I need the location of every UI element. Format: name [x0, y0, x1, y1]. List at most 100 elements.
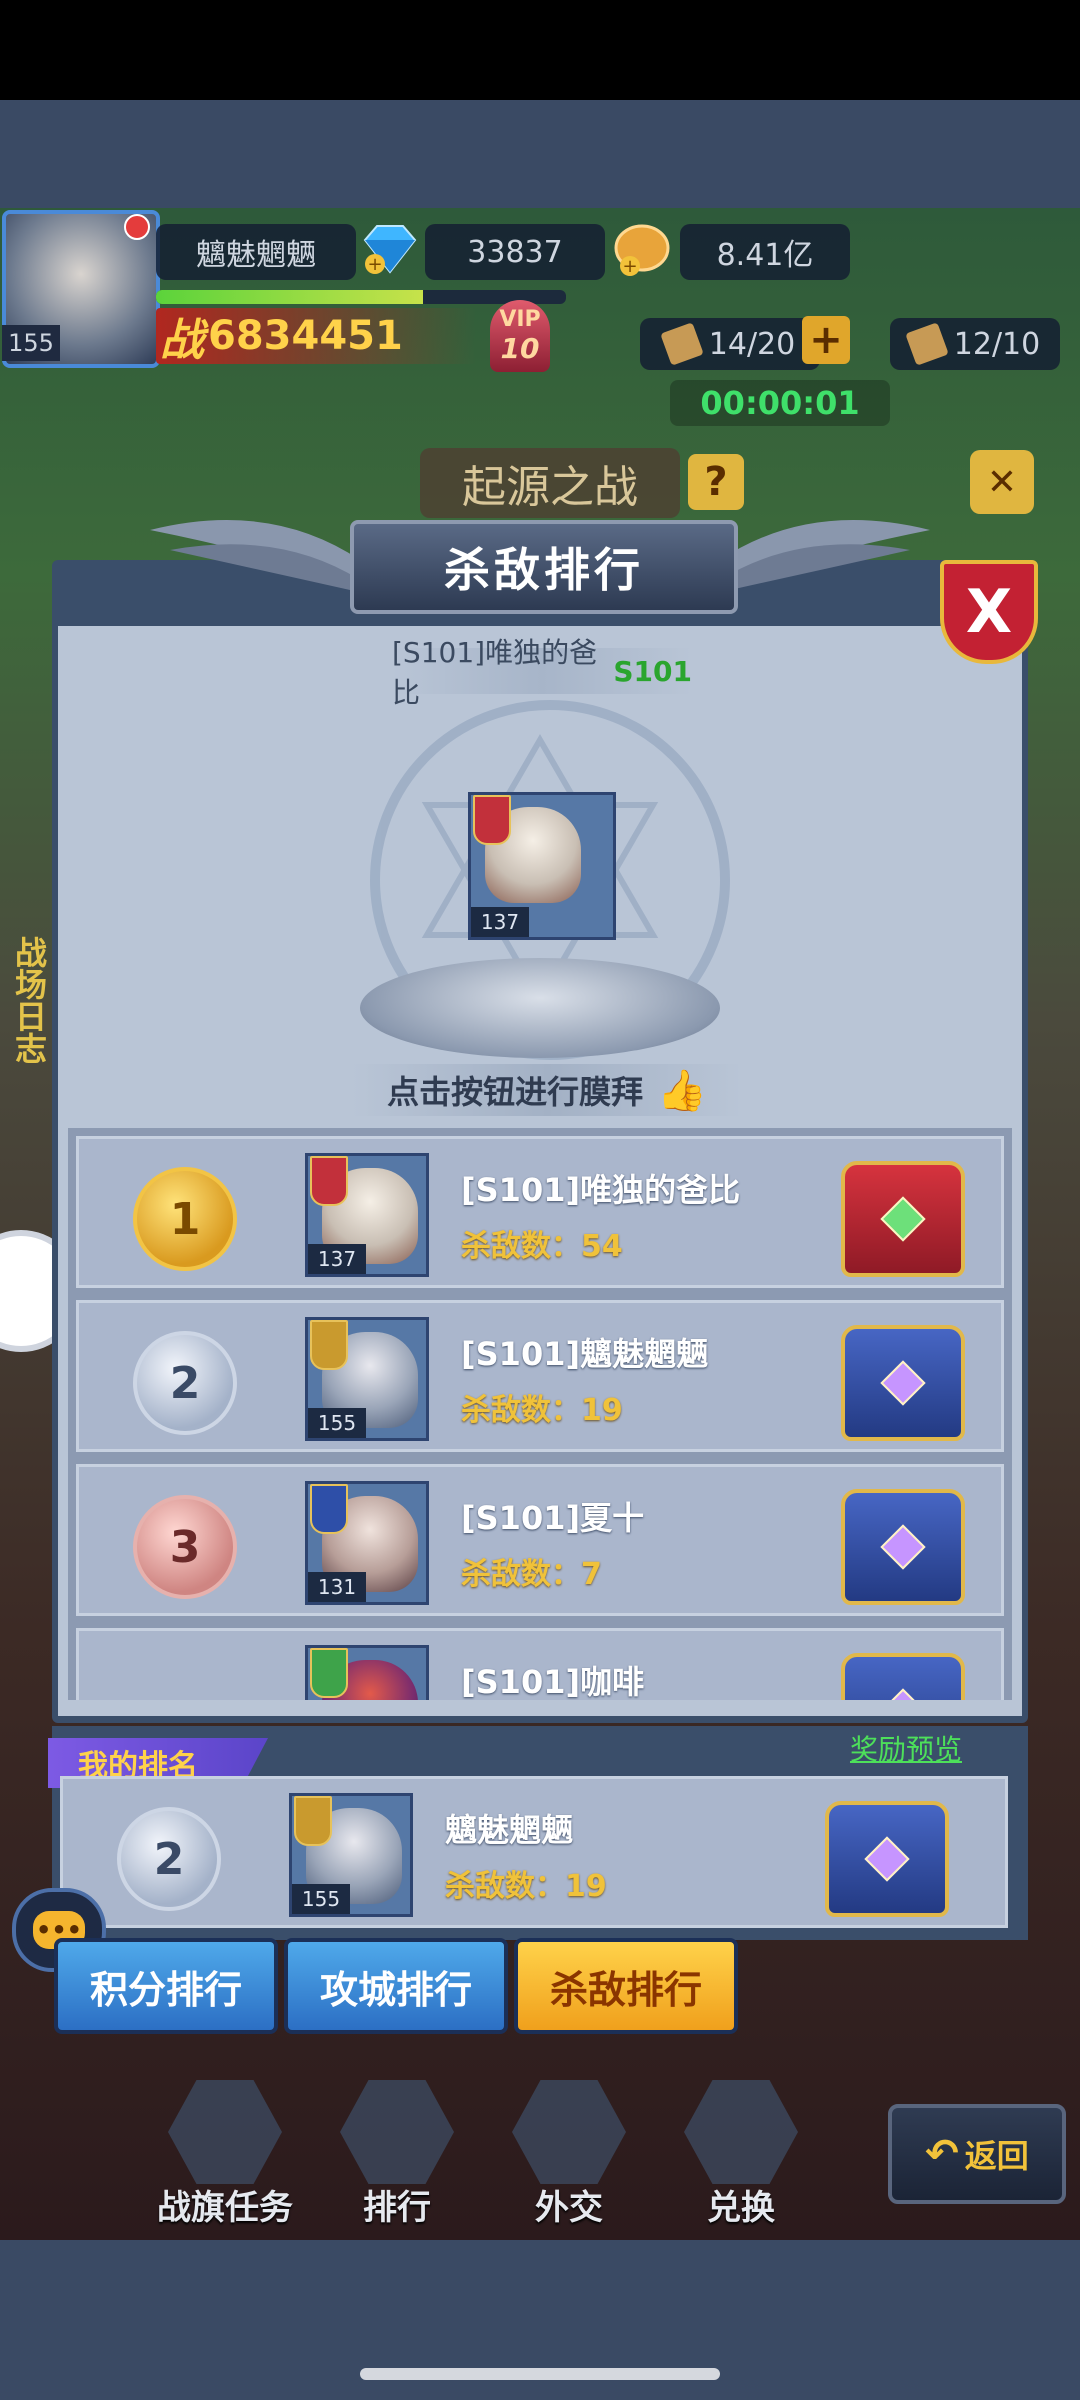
tab-points-ranking[interactable]: 积分排行	[54, 1938, 278, 2034]
gold-count: 8.41亿	[680, 224, 850, 280]
vip-badge[interactable]: VIP 10	[490, 300, 550, 372]
player-portrait[interactable]: 155	[305, 1317, 429, 1441]
blue-treasure-chest-icon[interactable]	[841, 1653, 965, 1700]
gold-coin-icon[interactable]: +	[608, 218, 678, 282]
red-treasure-chest-icon[interactable]	[841, 1161, 965, 1277]
dollar-icon	[684, 2080, 798, 2184]
my-name: 魑魅魍魉	[445, 1811, 574, 1849]
my-portrait[interactable]: 155	[289, 1793, 413, 1917]
bronze-medal-icon: 3	[133, 1495, 237, 1599]
player-portrait[interactable]: 131	[305, 1481, 429, 1605]
gold-medal-icon: 1	[133, 1167, 237, 1271]
my-level: 155	[292, 1884, 350, 1914]
handshake-icon	[512, 2080, 626, 2184]
diamond-count: 33837	[425, 224, 605, 280]
champion-level: 137	[471, 907, 529, 937]
svg-text:+: +	[367, 254, 382, 275]
add-stamina-button[interactable]: +	[802, 316, 850, 364]
military-order-value: 14/20	[708, 326, 796, 362]
experience-bar	[156, 290, 566, 304]
player-portrait[interactable]: 137	[305, 1153, 429, 1277]
notification-dot	[124, 214, 150, 240]
kill-count: 杀敌数：54	[461, 1229, 623, 1264]
ranking-row[interactable]: 1 137 [S101]唯独的爸比 杀敌数：54	[76, 1136, 1004, 1288]
champion-name-text: [S101]唯独的爸比	[392, 636, 598, 709]
nav-ranking-label: 排行	[363, 2188, 431, 2228]
vip-label: VIP	[499, 307, 541, 332]
chest-gem	[864, 1836, 910, 1882]
nav-flag-tasks[interactable]: 战旗任务	[150, 2080, 300, 2228]
nav-ranking[interactable]: 排行	[322, 2080, 472, 2228]
diamond-icon[interactable]: +	[355, 220, 425, 280]
attack-order-counter: 12/10	[890, 318, 1060, 370]
combat-power-label: 战	[160, 315, 204, 366]
close-button[interactable]: X	[940, 560, 1038, 664]
tab-kill-ranking[interactable]: 杀敌排行	[514, 1938, 738, 2034]
flag-tasks-icon	[168, 2080, 282, 2184]
tab-siege-ranking[interactable]: 攻城排行	[284, 1938, 508, 2034]
combat-power-value: 6834451	[208, 313, 403, 359]
fire-faction-flag-icon	[473, 795, 511, 845]
letterbox-bottom	[0, 2240, 1080, 2350]
player-level: 137	[308, 1244, 366, 1274]
nav-diplomacy-label: 外交	[535, 2188, 603, 2228]
home-indicator[interactable]	[360, 2368, 720, 2380]
champion-name: [S101]唯独的爸比 S101	[392, 636, 692, 709]
ice-faction-flag-icon	[310, 1484, 348, 1534]
champion-portrait[interactable]: 137	[468, 792, 616, 940]
my-ranking-row: 2 155 魑魅魍魉 杀敌数：19	[60, 1776, 1008, 1928]
crossed-swords-icon[interactable]: ✕	[970, 450, 1034, 514]
reward-preview-link[interactable]: 奖励预览	[826, 1726, 986, 1770]
earth-faction-flag-icon	[310, 1320, 348, 1370]
chest-gem	[880, 1196, 926, 1242]
player-name: [S101]唯独的爸比	[461, 1171, 741, 1209]
fire-faction-flag-icon	[310, 1156, 348, 1206]
letterbox-top	[0, 100, 1080, 208]
worship-label: 点击按钮进行膜拜	[387, 1073, 644, 1111]
nav-diplomacy[interactable]: 外交	[494, 2080, 644, 2228]
chest-gem	[880, 1524, 926, 1570]
blue-treasure-chest-icon[interactable]	[841, 1325, 965, 1441]
scroll-icon	[904, 322, 949, 366]
blue-treasure-chest-icon[interactable]	[841, 1489, 965, 1605]
back-label: 返回	[964, 2137, 1029, 2175]
player-name: [S101]魑魅魍魉	[461, 1335, 709, 1373]
back-button[interactable]: ↶ 返回	[888, 2104, 1066, 2204]
player-name: [S101]咖啡	[461, 1663, 645, 1700]
player-level-badge: 155	[2, 325, 60, 361]
experience-fill	[156, 290, 423, 304]
nav-exchange-label: 兑换	[707, 2188, 775, 2228]
nav-exchange[interactable]: 兑换	[666, 2080, 816, 2228]
countdown-timer: 00:00:01	[670, 380, 890, 426]
status-bar	[0, 0, 1080, 100]
ranking-row[interactable]: [S101]咖啡	[76, 1628, 1004, 1700]
combat-power: 战 6834451	[156, 308, 476, 366]
player-level: 131	[308, 1572, 366, 1602]
scroll-icon	[659, 322, 704, 366]
attack-order-value: 12/10	[953, 326, 1041, 362]
back-arrow-icon: ↶	[925, 2131, 959, 2177]
chest-gem	[880, 1360, 926, 1406]
ranking-row[interactable]: 3 131 [S101]夏十 杀敌数：7	[76, 1464, 1004, 1616]
earth-faction-flag-icon	[294, 1796, 332, 1846]
wind-faction-flag-icon	[310, 1648, 348, 1698]
kill-count: 杀敌数：7	[461, 1557, 602, 1592]
svg-text:+: +	[622, 256, 637, 277]
kill-count: 杀敌数：19	[461, 1393, 623, 1428]
player-portrait[interactable]	[305, 1645, 429, 1700]
my-kill-count: 杀敌数：19	[445, 1869, 607, 1904]
panel-title: 杀敌排行	[350, 520, 738, 614]
worship-button[interactable]: 点击按钮进行膜拜 👍	[352, 1064, 742, 1116]
battle-log-button[interactable]: 战场日志	[6, 936, 52, 1064]
player-name: 魑魅魍魉	[156, 224, 356, 280]
champion-server: S101	[613, 654, 692, 688]
nav-flag-tasks-label: 战旗任务	[157, 2188, 293, 2228]
thumbs-up-icon[interactable]: 👍	[657, 1067, 707, 1114]
blue-treasure-chest-icon[interactable]	[825, 1801, 949, 1917]
player-name: [S101]夏十	[461, 1499, 645, 1537]
champion-pedestal	[360, 958, 720, 1058]
military-order-counter: 14/20	[640, 318, 820, 370]
ranking-row[interactable]: 2 155 [S101]魑魅魍魉 杀敌数：19	[76, 1300, 1004, 1452]
ranking-icon	[340, 2080, 454, 2184]
kill-ranking-list[interactable]: 1 137 [S101]唯独的爸比 杀敌数：54 2 155 [S101]魑魅魍…	[68, 1128, 1012, 1700]
